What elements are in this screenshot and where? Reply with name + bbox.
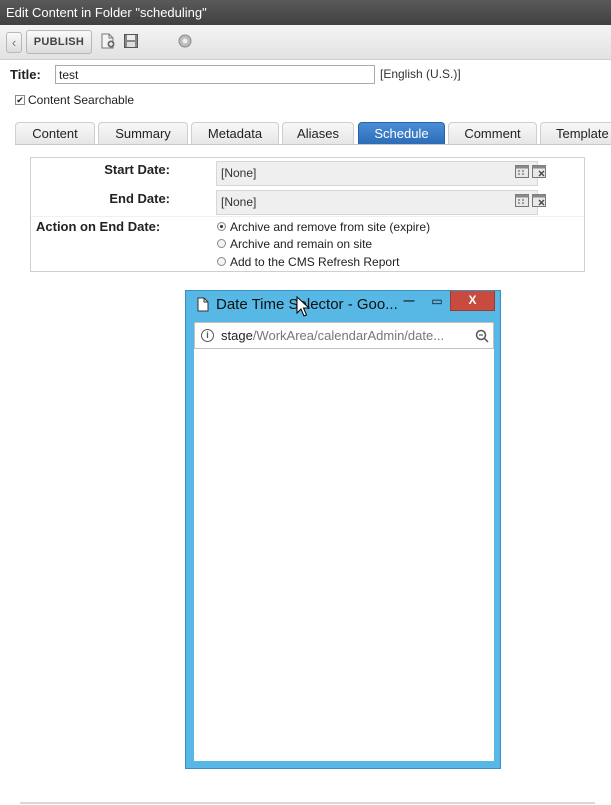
- bottom-divider: [20, 802, 595, 804]
- clear-date-icon[interactable]: [532, 194, 546, 207]
- action-end-date-label: Action on End Date:: [36, 219, 161, 234]
- save-icon[interactable]: [123, 33, 139, 49]
- calendar-icon[interactable]: [515, 165, 529, 178]
- clear-date-icon[interactable]: [532, 165, 546, 178]
- language-label: [English (U.S.)]: [380, 67, 461, 81]
- url-text: stage/WorkArea/calendarAdmin/date...: [221, 323, 444, 348]
- radio-dot-selected[interactable]: [217, 222, 226, 231]
- title-input[interactable]: [55, 65, 375, 84]
- tab-summary[interactable]: Summary: [98, 122, 188, 144]
- calendar-icon[interactable]: [515, 194, 529, 207]
- end-date-label: End Date:: [109, 191, 170, 206]
- publish-button[interactable]: PUBLISH: [26, 30, 92, 54]
- tab-divider: [15, 144, 611, 145]
- document-icon: [197, 297, 209, 312]
- start-date-label: Start Date:: [104, 162, 170, 177]
- radio-label: Archive and remain on site: [230, 237, 373, 251]
- back-icon: ‹: [11, 35, 17, 50]
- tab-comment[interactable]: Comment: [448, 122, 537, 144]
- tab-schedule[interactable]: Schedule: [358, 122, 445, 144]
- radio-refresh-report[interactable]: Add to the CMS Refresh Report: [217, 255, 399, 269]
- start-date-field[interactable]: [None]: [216, 161, 538, 186]
- tab-metadata[interactable]: Metadata: [191, 122, 279, 144]
- radio-expire[interactable]: Archive and remove from site (expire): [217, 220, 430, 234]
- radio-remain[interactable]: Archive and remain on site: [217, 237, 372, 251]
- zoom-icon[interactable]: [475, 329, 489, 343]
- radio-dot[interactable]: [217, 239, 226, 248]
- radio-dot[interactable]: [217, 257, 226, 266]
- popup-content[interactable]: [194, 349, 494, 761]
- content-searchable[interactable]: ✔ Content Searchable: [15, 93, 134, 107]
- maximize-icon: ▭: [431, 294, 443, 308]
- window-title: Edit Content in Folder "scheduling": [0, 0, 611, 25]
- tab-aliases[interactable]: Aliases: [282, 122, 354, 144]
- searchable-label: Content Searchable: [28, 93, 135, 107]
- schedule-panel: Start Date: [None] End Date: [None] Acti…: [30, 157, 585, 272]
- radio-label: Archive and remove from site (expire): [230, 220, 431, 234]
- radio-label: Add to the CMS Refresh Report: [230, 255, 400, 269]
- minimize-icon: —: [403, 295, 415, 307]
- end-date-field[interactable]: [None]: [216, 190, 538, 215]
- tab-template[interactable]: Template: [540, 122, 611, 144]
- searchable-checkbox[interactable]: ✔: [15, 95, 25, 105]
- url-host: stage: [221, 328, 253, 343]
- close-button[interactable]: X: [450, 291, 495, 311]
- close-icon: X: [468, 293, 477, 307]
- tab-content[interactable]: Content: [15, 122, 95, 144]
- info-icon[interactable]: i: [201, 329, 214, 342]
- maximize-button[interactable]: ▭: [424, 291, 450, 311]
- address-bar[interactable]: i stage/WorkArea/calendarAdmin/date...: [194, 322, 494, 349]
- url-path: /WorkArea/calendarAdmin/date...: [252, 328, 445, 343]
- date-time-selector-window: Date Time Selector - Goo... — ▭ X i stag…: [185, 290, 501, 769]
- help-icon[interactable]: [177, 33, 193, 49]
- add-document-icon[interactable]: [100, 33, 116, 49]
- toolbar: ‹ PUBLISH: [0, 25, 611, 60]
- title-label: Title:: [10, 67, 41, 82]
- minimize-button[interactable]: —: [396, 291, 422, 311]
- mouse-cursor-icon: [296, 296, 310, 317]
- back-button[interactable]: ‹: [6, 32, 22, 53]
